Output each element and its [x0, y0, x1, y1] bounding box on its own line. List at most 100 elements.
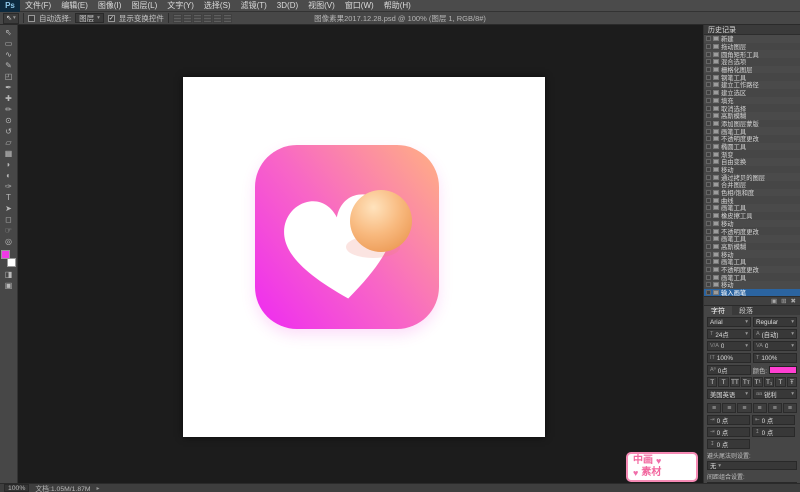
baseline-shift-field[interactable]: Aª 0点: [707, 365, 751, 376]
history-brush-source-box[interactable]: [706, 174, 711, 180]
justify-all-button[interactable]: ≡: [782, 403, 798, 414]
vertical-scale-field[interactable]: IT 100%: [707, 353, 751, 364]
history-state[interactable]: 移动: [704, 219, 800, 228]
type-tool[interactable]: T: [1, 192, 16, 203]
text-color-swatch[interactable]: [769, 366, 797, 375]
tab-paragraph[interactable]: 段落: [732, 306, 760, 315]
screen-mode-button[interactable]: ▣: [1, 280, 16, 291]
history-state[interactable]: 新建: [704, 35, 800, 43]
justify-last-left-button[interactable]: ≡: [752, 403, 767, 414]
dodge-tool[interactable]: ◐: [1, 170, 16, 181]
history-state[interactable]: 取消选择: [704, 104, 800, 112]
eyedropper-tool[interactable]: ✒: [1, 82, 16, 93]
background-color-swatch[interactable]: [7, 258, 16, 267]
history-brush-source-box[interactable]: [706, 282, 711, 288]
justify-last-center-button[interactable]: ≡: [767, 403, 782, 414]
history-brush-source-box[interactable]: [706, 167, 711, 173]
history-state[interactable]: 高斯模糊: [704, 243, 800, 250]
history-brush-source-box[interactable]: [706, 220, 711, 226]
strikethrough-button[interactable]: Ŧ: [786, 377, 797, 388]
menu-item[interactable]: 3D(D): [272, 0, 303, 12]
history-brush-source-box[interactable]: [706, 44, 711, 50]
language-select[interactable]: 美国英语 ▾: [707, 389, 751, 400]
move-tool[interactable]: ⇖: [1, 27, 16, 38]
align-right-edges-button[interactable]: [222, 13, 232, 23]
history-brush-source-box[interactable]: [706, 182, 711, 188]
history-state[interactable]: 建立选区: [704, 89, 800, 97]
menu-item[interactable]: 图像(I): [93, 0, 127, 12]
history-state[interactable]: 钢笔工具: [704, 73, 800, 81]
history-state[interactable]: 建立工作路径: [704, 81, 800, 89]
history-brush-source-box[interactable]: [706, 151, 711, 157]
status-menu-arrow[interactable]: ▸: [97, 485, 100, 492]
history-state[interactable]: 画笔工具: [704, 273, 800, 281]
history-brush-source-box[interactable]: [706, 36, 711, 42]
clone-stamp-tool[interactable]: ⊙: [1, 115, 16, 126]
shape-tool[interactable]: ◻: [1, 214, 16, 225]
menu-item[interactable]: 编辑(E): [56, 0, 93, 12]
gradient-tool[interactable]: ▦: [1, 148, 16, 159]
history-brush-source-box[interactable]: [706, 113, 711, 119]
pen-tool[interactable]: ✑: [1, 181, 16, 192]
history-brush-source-box[interactable]: [706, 67, 711, 73]
history-brush-source-box[interactable]: [706, 190, 711, 196]
all-caps-button[interactable]: TT: [729, 377, 741, 388]
history-state[interactable]: 添加图层蒙版: [704, 120, 800, 127]
history-brush-source-box[interactable]: [706, 90, 711, 96]
menu-item[interactable]: 视图(V): [303, 0, 340, 12]
faux-bold-button[interactable]: T: [707, 377, 718, 388]
tab-character[interactable]: 字符: [704, 306, 732, 316]
history-state[interactable]: 输入画笔: [704, 288, 800, 297]
align-bottom-button[interactable]: [192, 13, 202, 23]
history-state[interactable]: 橡皮擦工具: [704, 212, 800, 220]
history-brush-source-box[interactable]: [706, 266, 711, 272]
history-state[interactable]: 高斯模糊: [704, 111, 800, 120]
history-brush-source-box[interactable]: [706, 136, 711, 142]
history-state[interactable]: 移动: [704, 250, 800, 258]
crop-tool[interactable]: ◰: [1, 71, 16, 82]
history-state[interactable]: 拖动图层: [704, 43, 800, 50]
history-brush-source-box[interactable]: [706, 197, 711, 203]
history-state[interactable]: 混合选项: [704, 58, 800, 66]
history-brush-source-box[interactable]: [706, 205, 711, 211]
history-brush-source-box[interactable]: [706, 51, 711, 57]
kinsoku-select[interactable]: 无 ▾: [707, 461, 797, 471]
history-brush-source-box[interactable]: [706, 290, 711, 296]
history-brush-source-box[interactable]: [706, 143, 711, 149]
align-center-button[interactable]: ≡: [722, 403, 737, 414]
foreground-color-swatch[interactable]: [1, 250, 10, 259]
blur-tool[interactable]: ◗: [1, 159, 16, 170]
font-family-select[interactable]: Arial ▾: [707, 317, 751, 328]
history-state[interactable]: 移动: [704, 281, 800, 289]
marquee-tool[interactable]: ▭: [1, 38, 16, 49]
history-brush-source-box[interactable]: [706, 243, 711, 249]
quick-selection-tool[interactable]: ✎: [1, 60, 16, 71]
auto-select-checkbox[interactable]: [28, 14, 35, 22]
history-brush-source-box[interactable]: [706, 213, 711, 219]
menu-item[interactable]: 图层(L): [126, 0, 162, 12]
history-state[interactable]: 色相/饱和度: [704, 188, 800, 197]
leading-field[interactable]: A (自动) ▾: [753, 329, 797, 340]
history-brush-source-box[interactable]: [706, 59, 711, 65]
history-state[interactable]: 画笔工具: [704, 258, 800, 266]
hand-tool[interactable]: ☞: [1, 225, 16, 236]
history-panel-header[interactable]: 历史记录: [704, 25, 800, 35]
history-state[interactable]: 不透明度更改: [704, 135, 800, 143]
brush-tool[interactable]: ✏: [1, 104, 16, 115]
history-state[interactable]: 渐变: [704, 150, 800, 158]
zoom-tool[interactable]: ◎: [1, 236, 16, 247]
align-right-button[interactable]: ≡: [737, 403, 752, 414]
history-state[interactable]: 不透明度更改: [704, 227, 800, 235]
history-brush-source-box[interactable]: [706, 74, 711, 80]
history-brush-source-box[interactable]: [706, 159, 711, 165]
small-caps-button[interactable]: Tт: [741, 377, 752, 388]
history-brush-source-box[interactable]: [706, 228, 711, 234]
history-brush-source-box[interactable]: [706, 259, 711, 265]
history-brush-source-box[interactable]: [706, 105, 711, 111]
menu-item[interactable]: 帮助(H): [379, 0, 416, 12]
superscript-button[interactable]: T¹: [752, 377, 763, 388]
kerning-field[interactable]: V/A 0 ▾: [707, 341, 751, 352]
underline-button[interactable]: T: [775, 377, 786, 388]
lasso-tool[interactable]: ∿: [1, 49, 16, 60]
align-middle-button[interactable]: [182, 13, 192, 23]
